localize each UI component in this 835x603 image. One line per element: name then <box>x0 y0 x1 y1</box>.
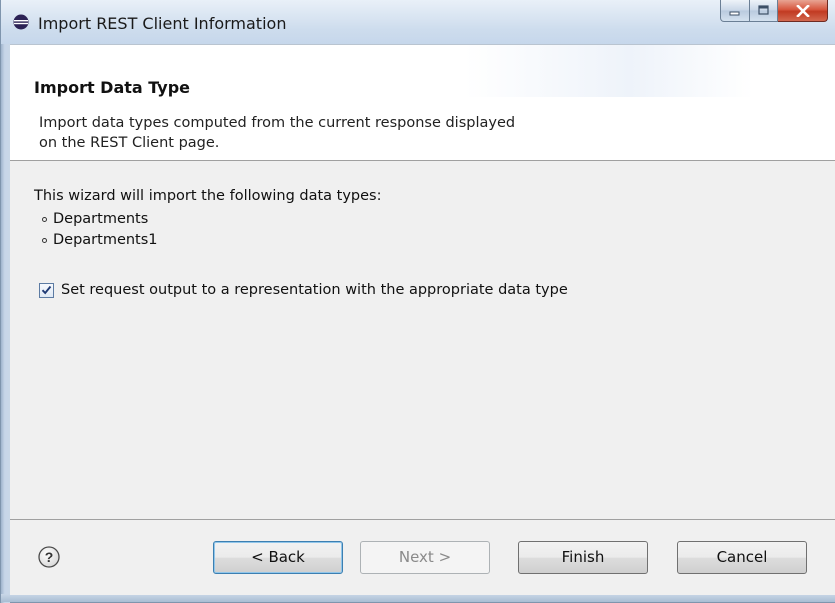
page-description-line: Import data types computed from the curr… <box>39 115 516 131</box>
set-request-output-option[interactable]: Set request output to a representation w… <box>39 282 568 298</box>
checkbox-label: Set request output to a representation w… <box>61 282 568 298</box>
data-type-name: Departments1 <box>53 232 158 248</box>
wizard-content: This wizard will import the following da… <box>10 161 835 519</box>
checkmark-icon <box>41 285 52 295</box>
bullet-icon <box>42 217 47 222</box>
next-button[interactable]: Next > <box>360 541 490 574</box>
window-bottom-frame <box>1 594 835 602</box>
intro-text: This wizard will import the following da… <box>34 188 382 204</box>
minimize-icon <box>729 11 740 15</box>
svg-text:?: ? <box>45 549 54 565</box>
wizard-window: Import REST Client Information Import Da… <box>0 0 835 603</box>
button-bar: ? < Back Next > Finish Cancel <box>10 519 835 595</box>
cancel-button[interactable]: Cancel <box>677 541 807 574</box>
page-description: Import data types computed from the curr… <box>39 113 659 153</box>
back-button[interactable]: < Back <box>213 541 343 574</box>
title-bar[interactable]: Import REST Client Information <box>1 0 835 44</box>
maximize-icon <box>757 5 769 15</box>
page-title: Import Data Type <box>34 78 191 97</box>
window-title: Import REST Client Information <box>38 14 287 33</box>
finish-button[interactable]: Finish <box>518 541 648 574</box>
maximize-button[interactable] <box>750 0 778 22</box>
bullet-icon <box>42 238 47 243</box>
help-icon[interactable]: ? <box>38 546 60 568</box>
close-icon <box>795 4 810 17</box>
wizard-header: Import Data Type Import data types compu… <box>10 44 835 161</box>
data-type-name: Departments <box>53 211 149 227</box>
page-description-line: on the REST Client page. <box>39 135 220 151</box>
set-request-output-checkbox[interactable] <box>39 282 54 298</box>
list-item: Departments <box>42 209 158 230</box>
eclipse-icon[interactable] <box>13 14 29 30</box>
data-types-list: Departments Departments1 <box>42 209 158 251</box>
window-left-frame <box>1 44 10 603</box>
minimize-button[interactable] <box>720 0 750 22</box>
list-item: Departments1 <box>42 230 158 251</box>
window-controls <box>720 0 828 22</box>
close-button[interactable] <box>778 0 828 22</box>
